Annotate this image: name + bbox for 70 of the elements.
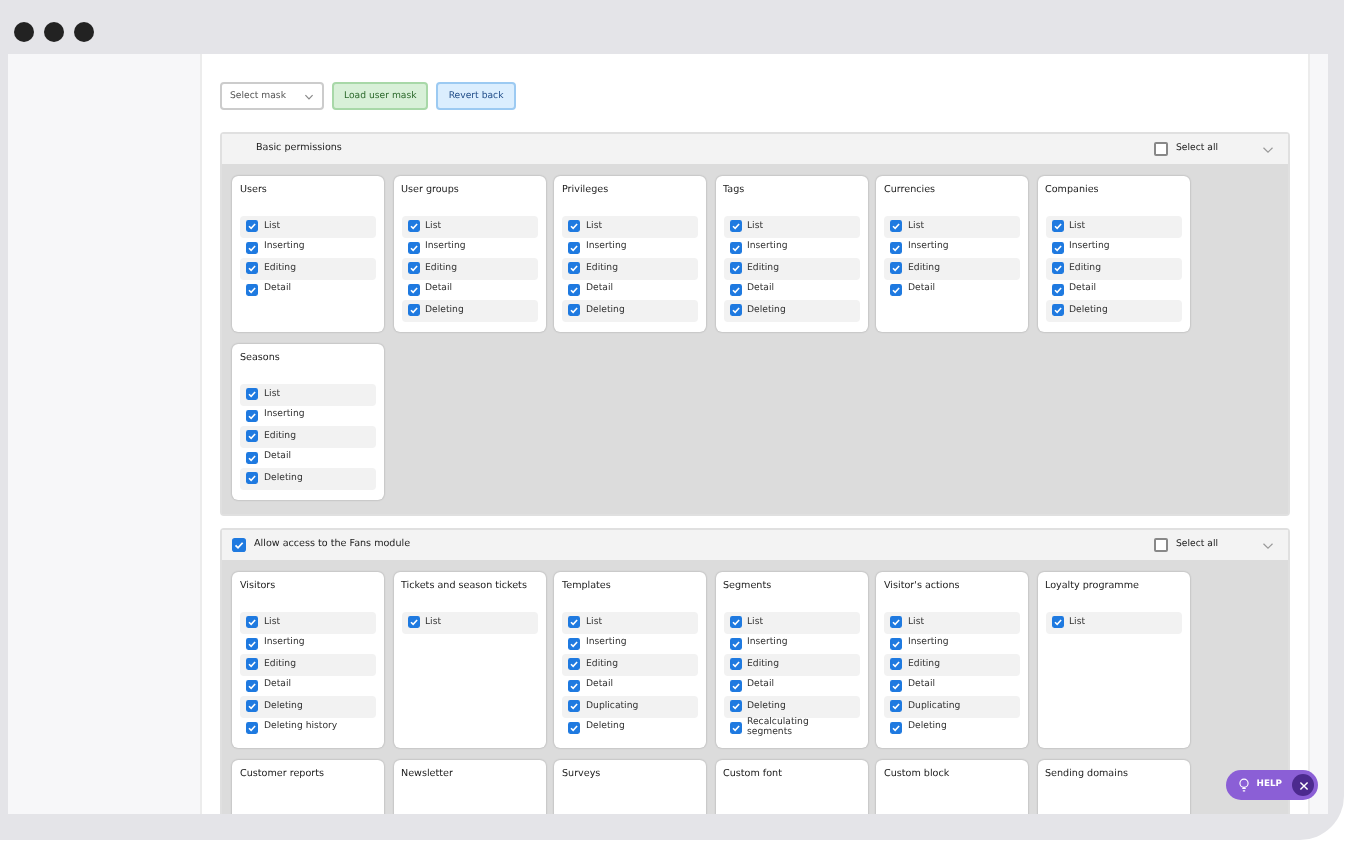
checkbox[interactable]: [568, 700, 580, 713]
checkbox[interactable]: [407, 220, 419, 233]
checkbox[interactable]: [890, 283, 902, 296]
checkbox[interactable]: [729, 679, 741, 692]
checkbox[interactable]: [729, 241, 741, 254]
window-dot-icon: [74, 22, 94, 42]
checkbox[interactable]: [407, 283, 419, 296]
checkbox[interactable]: [246, 409, 258, 422]
chevron-down-icon: [304, 93, 314, 99]
checkbox[interactable]: [246, 388, 258, 401]
checkbox[interactable]: [407, 241, 419, 254]
checkbox[interactable]: [568, 241, 580, 254]
select-all-checkbox[interactable]: [1154, 538, 1168, 552]
checkbox[interactable]: [568, 679, 580, 692]
checkbox[interactable]: [729, 220, 741, 233]
checkbox[interactable]: [890, 700, 902, 713]
checkbox[interactable]: [890, 262, 902, 275]
checkbox[interactable]: [568, 304, 580, 317]
checkbox[interactable]: [729, 721, 741, 734]
checkbox[interactable]: [246, 721, 258, 734]
checkbox[interactable]: [407, 616, 419, 629]
checkbox[interactable]: [1051, 241, 1063, 254]
checkbox[interactable]: [568, 220, 580, 233]
checkbox[interactable]: [246, 679, 258, 692]
checkbox[interactable]: [246, 700, 258, 713]
checkbox[interactable]: [246, 616, 258, 629]
checkbox[interactable]: [729, 283, 741, 296]
checkbox[interactable]: [407, 262, 419, 275]
checkbox[interactable]: [729, 658, 741, 671]
checkbox[interactable]: [246, 637, 258, 650]
checkbox[interactable]: [1051, 220, 1063, 233]
checkbox[interactable]: [729, 616, 741, 629]
checkbox[interactable]: [890, 637, 902, 650]
checkbox[interactable]: [890, 220, 902, 233]
chevron-down-icon[interactable]: [1262, 145, 1274, 153]
checkbox[interactable]: [1051, 304, 1063, 317]
checkbox[interactable]: [890, 658, 902, 671]
checkbox[interactable]: [1051, 283, 1063, 296]
checkbox[interactable]: [568, 283, 580, 296]
checkbox[interactable]: [1051, 262, 1063, 275]
checkbox[interactable]: [568, 721, 580, 734]
window-dot-icon: [14, 22, 34, 42]
close-icon[interactable]: [1292, 774, 1314, 796]
checkbox[interactable]: [232, 538, 246, 552]
checkbox[interactable]: [729, 304, 741, 317]
checkbox[interactable]: [890, 241, 902, 254]
checkbox[interactable]: [246, 262, 258, 275]
checkbox[interactable]: [568, 637, 580, 650]
checkbox[interactable]: [568, 616, 580, 629]
checkbox[interactable]: [729, 700, 741, 713]
lightbulb-icon: [1238, 778, 1251, 792]
checkbox[interactable]: [407, 304, 419, 317]
checkbox[interactable]: [568, 262, 580, 275]
checkbox[interactable]: [729, 637, 741, 650]
select-all-checkbox[interactable]: [1154, 142, 1168, 156]
checkbox[interactable]: [890, 721, 902, 734]
checkbox[interactable]: [1051, 616, 1063, 629]
checkbox[interactable]: [246, 430, 258, 443]
window-dot-icon: [44, 22, 64, 42]
checkbox[interactable]: [246, 241, 258, 254]
checkbox[interactable]: [729, 262, 741, 275]
checkbox[interactable]: [568, 658, 580, 671]
checkbox[interactable]: [246, 472, 258, 485]
checkbox[interactable]: [246, 220, 258, 233]
checkbox[interactable]: [890, 679, 902, 692]
checkbox[interactable]: [246, 658, 258, 671]
chevron-down-icon[interactable]: [1262, 541, 1274, 549]
checkbox[interactable]: [246, 283, 258, 296]
checkbox[interactable]: [246, 451, 258, 464]
checkbox[interactable]: [890, 616, 902, 629]
